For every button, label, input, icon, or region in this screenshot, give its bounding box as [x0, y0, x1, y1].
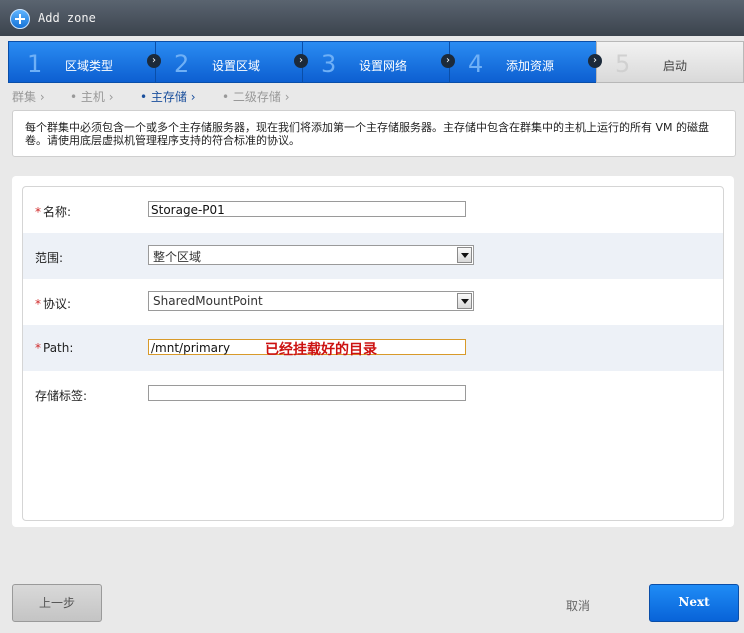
back-button[interactable]: 上一步 — [12, 584, 102, 622]
path-annotation: 已经挂载好的目录 — [265, 342, 377, 358]
form-row-protocol: * 协议: SharedMountPoint — [23, 279, 723, 325]
add-icon — [10, 9, 30, 29]
breadcrumb-secondary-storage[interactable]: • 二级存储 › — [222, 88, 290, 105]
chevron-right-icon: › — [441, 54, 455, 68]
storage-tags-label: 存储标签: — [35, 389, 88, 403]
step-setup-network[interactable]: 3 设置网络 — [302, 41, 450, 83]
chevron-right-icon: › — [294, 54, 308, 68]
step-number: 5 — [615, 50, 631, 78]
step-setup-zone[interactable]: 2 设置区域 — [155, 41, 303, 83]
name-label: * 名称: — [35, 205, 72, 219]
step-number: 4 — [468, 50, 484, 78]
form-row-path: * Path: /mnt/primary 已经挂载好的目录 — [23, 325, 723, 371]
step-number: 3 — [321, 50, 337, 78]
protocol-selected-value: SharedMountPoint — [153, 294, 263, 308]
required-mark: * — [35, 205, 41, 219]
scope-selected-value: 整个区域 — [153, 250, 202, 264]
protocol-select[interactable]: SharedMountPoint — [148, 291, 474, 311]
name-input[interactable]: Storage-P01 — [148, 201, 466, 217]
form-row-scope: 范围: 整个区域 — [23, 233, 723, 279]
form-panel: * 名称: Storage-P01 范围: 整个区域 * 协议: SharedMou… — [12, 176, 734, 527]
storage-tags-input[interactable] — [148, 385, 466, 401]
description-box: 每个群集中必须包含一个或多个主存储服务器，现在我们将添加第一个主存储服务器。主存… — [12, 110, 736, 157]
required-mark: * — [35, 297, 41, 311]
breadcrumb-host[interactable]: • 主机 › — [70, 88, 114, 105]
scope-label: 范围: — [35, 251, 64, 265]
step-number: 1 — [27, 50, 43, 78]
step-label: 设置区域 — [212, 59, 261, 73]
primary-storage-form: * 名称: Storage-P01 范围: 整个区域 * 协议: SharedMou… — [22, 186, 724, 521]
step-label: 添加资源 — [506, 59, 555, 73]
protocol-label: * 协议: — [35, 297, 72, 311]
wizard-steps: 1 区域类型 › 2 设置区域 › 3 设置网络 › 4 添加资源 › 5 启动 — [8, 41, 744, 83]
step-label: 设置网络 — [359, 59, 408, 73]
chevron-down-icon[interactable] — [457, 293, 472, 309]
chevron-right-icon: › — [588, 54, 602, 68]
form-row-name: * 名称: Storage-P01 — [23, 187, 723, 233]
path-label: * Path: — [35, 341, 74, 355]
step-label: 启动 — [663, 59, 688, 73]
breadcrumb-cluster[interactable]: 群集 › — [12, 88, 45, 105]
step-launch[interactable]: 5 启动 — [596, 41, 744, 83]
step-label: 区域类型 — [65, 59, 114, 73]
step-add-resources[interactable]: 4 添加资源 — [449, 41, 597, 83]
breadcrumb: 群集 › • 主机 › • 主存储 › • 二级存储 › — [0, 85, 744, 105]
form-row-tags: 存储标签: — [23, 371, 723, 417]
chevron-down-icon[interactable] — [457, 247, 472, 263]
chevron-right-icon: › — [147, 54, 161, 68]
scope-select[interactable]: 整个区域 — [148, 245, 474, 265]
window-title: Add zone — [38, 11, 96, 25]
next-button[interactable]: Next — [649, 584, 739, 622]
step-number: 2 — [174, 50, 190, 78]
cancel-button[interactable]: 取消 — [566, 597, 590, 614]
required-mark: * — [35, 341, 41, 355]
breadcrumb-primary-storage[interactable]: • 主存储 › — [140, 88, 196, 105]
description-text: 每个群集中必须包含一个或多个主存储服务器，现在我们将添加第一个主存储服务器。主存… — [25, 121, 710, 147]
window-titlebar: Add zone — [0, 0, 744, 36]
step-zone-type[interactable]: 1 区域类型 — [8, 41, 156, 83]
